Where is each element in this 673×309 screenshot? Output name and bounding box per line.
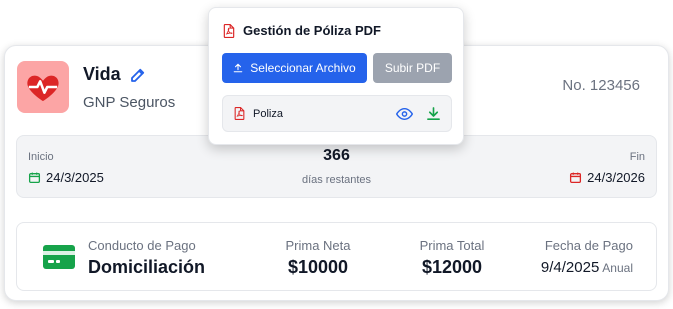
- policy-number: No. 123456: [562, 77, 640, 94]
- end-date-group: 24/3/2026: [569, 170, 645, 185]
- fecha-pago-group: 9/4/2025 Anual: [541, 259, 633, 276]
- fecha-pago-value: 9/4/2025: [540, 259, 600, 276]
- eye-icon[interactable]: [396, 107, 413, 121]
- conduct-label: Conducto de Pago: [88, 238, 196, 253]
- prima-total-label: Prima Total: [419, 238, 485, 253]
- prima-total-value: $12000: [421, 257, 483, 277]
- upload-icon: [234, 63, 243, 73]
- payment-frequency: Anual: [602, 261, 633, 275]
- heartbeat-icon: [27, 75, 59, 102]
- popover-title: Gestión de Póliza PDF: [243, 23, 381, 38]
- stage: Vida GNP Seguros No. 123456 Inicio 24/3/…: [0, 0, 673, 309]
- select-file-button[interactable]: Seleccionar Archivo: [222, 53, 367, 83]
- calendar-icon: [570, 172, 582, 184]
- days-remaining-label: días restantes: [301, 174, 372, 186]
- end-date: 24/3/2026: [587, 170, 645, 185]
- file-row: Poliza: [222, 95, 452, 132]
- fecha-pago-label: Fecha de Pago: [544, 238, 633, 253]
- prima-neta-value: $10000: [287, 257, 349, 277]
- conduct-value: Domiciliación: [88, 257, 206, 277]
- file-name: Poliza: [253, 108, 283, 120]
- policy-type: Vida: [83, 64, 121, 84]
- upload-pdf-label: Subir PDF: [384, 61, 441, 75]
- days-remaining: 366: [323, 147, 350, 164]
- insurer-name: GNP Seguros: [83, 94, 176, 111]
- payment-bar: Conducto de Pago Domiciliación Prima Net…: [16, 222, 657, 291]
- credit-card-icon: [43, 245, 75, 269]
- end-label: Fin: [629, 151, 645, 163]
- popover-header: Gestión de Póliza PDF: [223, 23, 381, 38]
- edit-icon[interactable]: [129, 66, 147, 84]
- pdf-popover: Gestión de Póliza PDF Seleccionar Archiv…: [208, 7, 464, 145]
- policy-icon-box: [17, 61, 69, 113]
- download-icon[interactable]: [426, 106, 441, 121]
- policy-title: Vida: [83, 64, 147, 85]
- prima-neta-label: Prima Neta: [285, 238, 351, 253]
- select-file-label: Seleccionar Archivo: [250, 61, 356, 75]
- pdf-file-icon: [223, 23, 235, 38]
- upload-pdf-button[interactable]: Subir PDF: [373, 53, 452, 83]
- pdf-file-icon: [234, 107, 245, 120]
